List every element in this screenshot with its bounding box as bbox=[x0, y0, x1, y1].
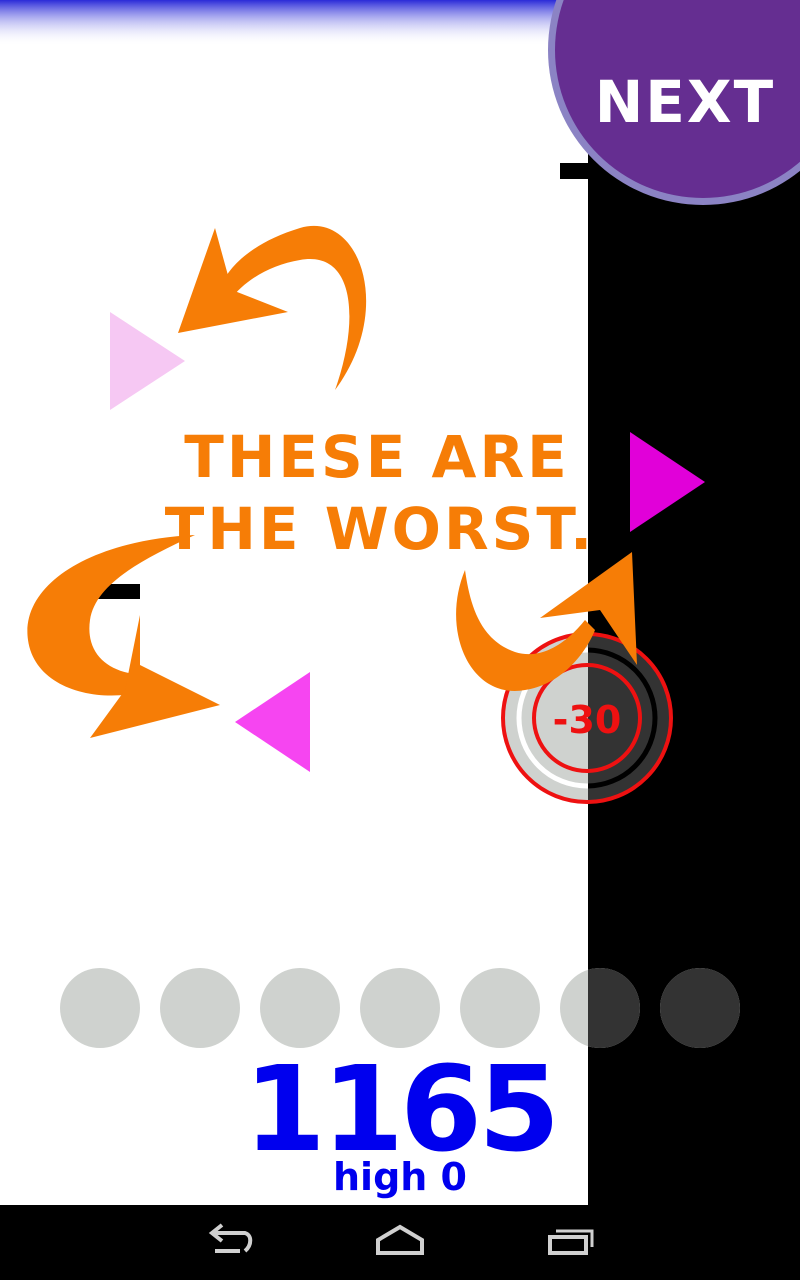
life-dot bbox=[60, 968, 140, 1048]
android-nav-bar bbox=[0, 1205, 800, 1280]
life-dot bbox=[460, 968, 540, 1048]
recents-icon[interactable] bbox=[548, 1229, 594, 1255]
home-icon[interactable] bbox=[376, 1224, 424, 1255]
next-button-label: NEXT bbox=[595, 68, 775, 136]
high-score-label: high 0 bbox=[332, 1155, 467, 1199]
penalty-label: -30 bbox=[553, 698, 622, 742]
life-dot bbox=[160, 968, 240, 1048]
obstacle-bar bbox=[560, 163, 600, 179]
life-dot bbox=[260, 968, 340, 1048]
life-dot bbox=[360, 968, 440, 1048]
back-icon[interactable] bbox=[208, 1223, 253, 1253]
hint-line-1: THESE ARE bbox=[184, 423, 569, 491]
hint-line-2: THE WORST. bbox=[165, 495, 595, 563]
score-value: 1165 bbox=[243, 1040, 560, 1178]
life-dot-dark-part bbox=[660, 968, 740, 1048]
